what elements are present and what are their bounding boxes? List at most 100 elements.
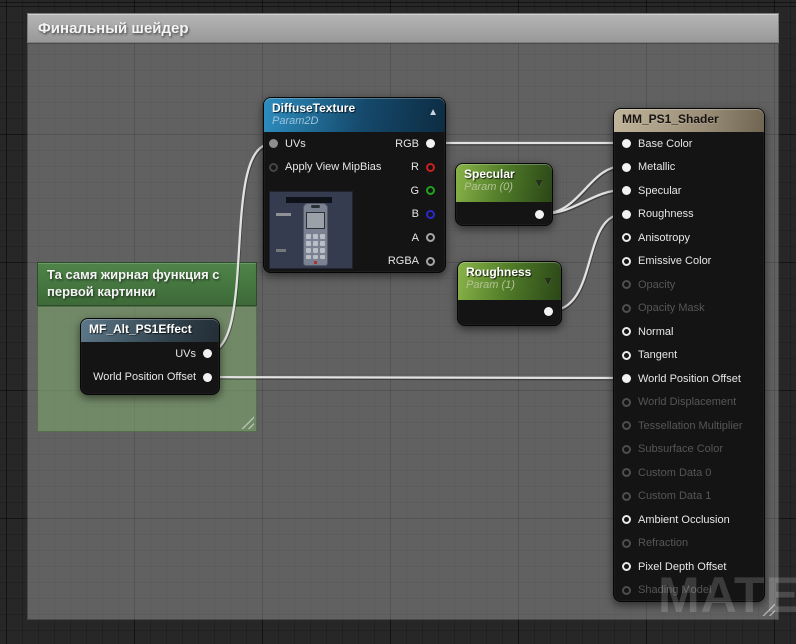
pin-anisotropy[interactable] [622, 233, 631, 243]
pin-label: Custom Data 0 [638, 466, 712, 479]
pin-label: World Position Offset [638, 372, 741, 385]
pin-refraction [622, 538, 631, 548]
pin-label: Normal [638, 325, 674, 338]
output-pin-world-position-offset[interactable] [203, 372, 212, 382]
pin-row-subsurface-color: Subsurface Color [622, 438, 760, 462]
pin-row-shading-model: Shading Model [622, 579, 760, 603]
dropdown-arrow-icon[interactable]: ▼ [533, 177, 545, 189]
pin-label: Base Color [638, 137, 693, 150]
node-mf-alt-ps1effect[interactable]: MF_Alt_PS1Effect UVs World Position Offs… [80, 318, 220, 395]
material-graph-canvas[interactable]: Финальный шейдер Та самя жирная функция … [0, 0, 796, 644]
pin-custom-data-1 [622, 491, 631, 501]
node-title: MM_PS1_Shader [622, 112, 719, 126]
input-pin-uvs[interactable] [269, 139, 278, 149]
node-specular-header[interactable]: Specular Param (0) ▼ [456, 164, 552, 202]
output-label: G [410, 184, 419, 197]
node-diffuse-header[interactable]: DiffuseTexture Param2D ▲ [264, 98, 445, 132]
pin-emissive-color[interactable] [622, 256, 631, 266]
node-subtitle: Param (1) [466, 279, 515, 291]
pin-label: Metallic [638, 161, 676, 174]
collapse-arrow-icon[interactable]: ▲ [428, 108, 438, 118]
pin-row-world-displacement: World Displacement [622, 391, 760, 415]
dropdown-arrow-icon[interactable]: ▼ [542, 275, 554, 287]
comment-final-shader-title[interactable]: Финальный шейдер [27, 13, 779, 43]
output-pin-b[interactable] [426, 209, 435, 219]
pin-row-specular: Specular [622, 179, 760, 203]
output-label: A [411, 231, 419, 244]
pin-ambient-occlusion[interactable] [622, 515, 631, 525]
node-title: DiffuseTexture [272, 101, 356, 115]
phone-image [302, 202, 329, 266]
pin-label: Roughness [638, 208, 694, 221]
pin-custom-data-0 [622, 468, 631, 478]
pin-tessellation-multiplier [622, 421, 631, 431]
pin-row-world-position-offset: World Position Offset [622, 367, 760, 391]
output-label: RGB [395, 137, 419, 150]
output-pin-specular-value[interactable] [535, 210, 544, 219]
pin-label: Pixel Depth Offset [638, 560, 727, 573]
pin-label: Custom Data 1 [638, 490, 712, 503]
node-specular-param[interactable]: Specular Param (0) ▼ [455, 163, 553, 226]
pin-metallic[interactable] [622, 162, 631, 172]
pin-pixel-depth-offset[interactable] [622, 562, 631, 572]
pin-label: Refraction [638, 537, 689, 550]
node-subtitle: Param (0) [464, 181, 513, 193]
pin-row-emissive-color: Emissive Color [622, 250, 760, 274]
pin-label: Tessellation Multiplier [638, 419, 743, 432]
pin-label: Tangent [638, 349, 678, 362]
pin-normal[interactable] [622, 327, 631, 337]
pin-roughness[interactable] [622, 209, 631, 219]
output-pin-rgb[interactable] [426, 139, 435, 149]
pin-row-normal: Normal [622, 320, 760, 344]
output-pin-rgba[interactable] [426, 256, 435, 266]
node-roughness-param[interactable]: Roughness Param (1) ▼ [457, 261, 562, 326]
pin-label: Anisotropy [638, 231, 690, 244]
wire-mf-wpo-to-mm-wpo[interactable] [206, 375, 626, 380]
node-title: MF_Alt_PS1Effect [89, 322, 192, 336]
pin-row-base-color: Base Color [622, 132, 760, 156]
pin-row-tangent: Tangent [622, 344, 760, 368]
pin-base-color[interactable] [622, 139, 631, 149]
output-pin-g[interactable] [426, 186, 435, 196]
output-pin-roughness-value[interactable] [544, 307, 553, 316]
node-diffuse-texture[interactable]: DiffuseTexture Param2D ▲ UVs Apply View … [263, 97, 446, 273]
pin-label: Ambient Occlusion [638, 513, 730, 526]
pin-label: Opacity Mask [638, 302, 705, 315]
node-title: Roughness [466, 265, 532, 279]
node-mm-header[interactable]: MM_PS1_Shader [614, 109, 764, 132]
node-mf-header[interactable]: MF_Alt_PS1Effect [81, 319, 219, 342]
input-label: Apply View MipBias [285, 161, 382, 174]
node-title: Specular [464, 167, 515, 181]
output-row-world-position-offset: World Position Offset [81, 366, 212, 390]
input-pin-apply-view-mipbias[interactable] [269, 162, 278, 172]
output-row-r: R [388, 156, 435, 180]
input-row-apply-view-mipbias: Apply View MipBias [269, 156, 381, 180]
pin-tangent[interactable] [622, 350, 631, 360]
input-row-uvs: UVs [269, 132, 381, 156]
pin-row-custom-data-0: Custom Data 0 [622, 461, 760, 485]
output-row-b: B [388, 203, 435, 227]
pin-row-anisotropy: Anisotropy [622, 226, 760, 250]
pin-row-opacity-mask: Opacity Mask [622, 297, 760, 321]
pin-world-displacement [622, 397, 631, 407]
output-pin-a[interactable] [426, 233, 435, 243]
node-roughness-header[interactable]: Roughness Param (1) ▼ [458, 262, 561, 300]
pin-subsurface-color [622, 444, 631, 454]
pin-label: Subsurface Color [638, 443, 723, 456]
pin-label: Emissive Color [638, 255, 712, 268]
pin-label: Specular [638, 184, 682, 197]
pin-specular[interactable] [622, 186, 631, 196]
pin-row-tessellation-multiplier: Tessellation Multiplier [622, 414, 760, 438]
comment-function-title[interactable]: Та самя жирная функция с первой картинки [37, 262, 257, 306]
output-pin-uvs[interactable] [203, 349, 212, 359]
node-mm-ps1-shader[interactable]: MM_PS1_Shader Base Color Metallic Specul… [613, 108, 765, 602]
output-pin-r[interactable] [426, 162, 435, 172]
pin-row-refraction: Refraction [622, 532, 760, 556]
pin-row-metallic: Metallic [622, 156, 760, 180]
pin-label: World Displacement [638, 396, 737, 409]
output-label: UVs [175, 347, 196, 360]
output-label: World Position Offset [93, 371, 196, 384]
pin-world-position-offset[interactable] [622, 374, 631, 384]
output-row-g: G [388, 179, 435, 203]
pin-opacity-mask [622, 303, 631, 313]
